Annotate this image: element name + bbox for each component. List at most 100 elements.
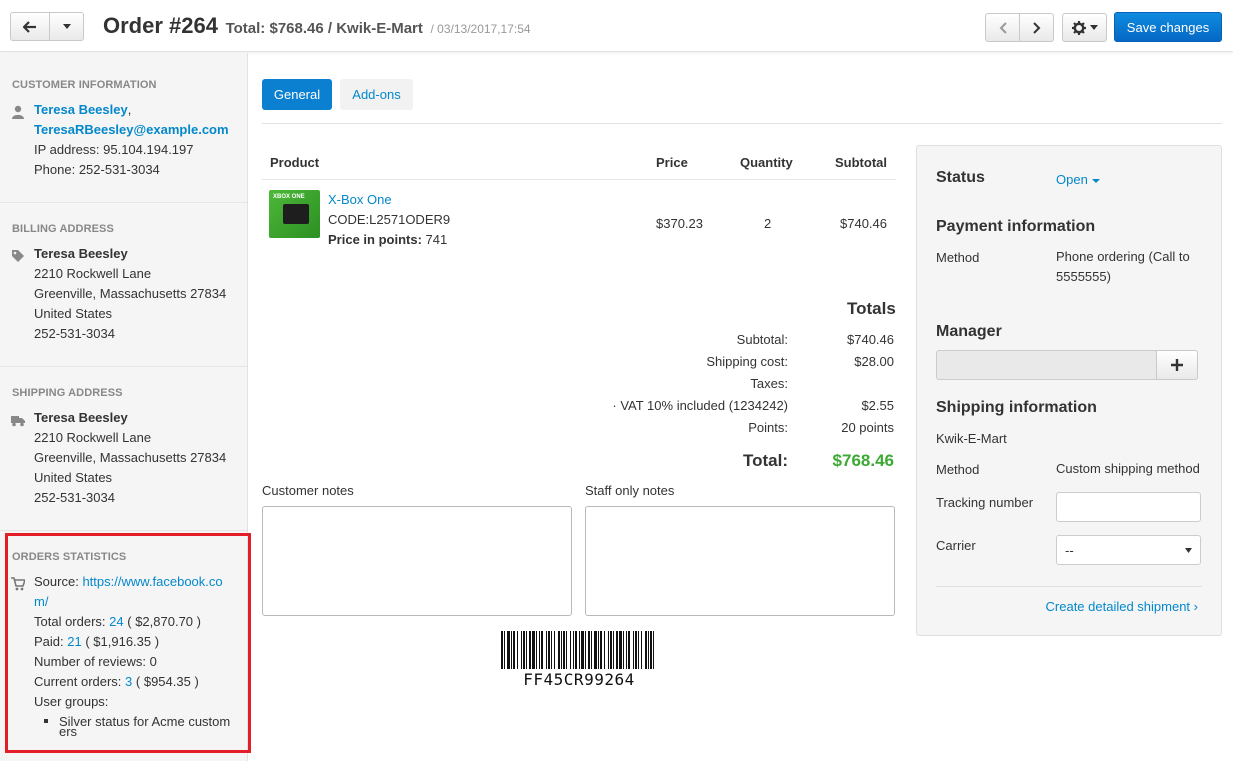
points-total-label: Points: <box>748 420 788 435</box>
product-quantity: 2 <box>764 216 772 231</box>
tag-icon <box>12 250 24 262</box>
user-icon <box>12 105 24 119</box>
status-value: Open <box>1056 172 1088 187</box>
shipping-phone: 252-531-3034 <box>34 490 115 505</box>
save-changes-button[interactable]: Save changes <box>1114 12 1222 42</box>
status-heading: Status <box>936 169 985 186</box>
create-detailed-shipment-link[interactable]: Create detailed shipment › <box>1046 599 1198 614</box>
carrier-label: Carrier <box>936 538 976 553</box>
prev-next-group <box>985 13 1054 42</box>
tab-general[interactable]: General <box>262 79 332 110</box>
table-row: X-Box One CODE:L2571ODER9 Price in point… <box>328 190 450 250</box>
product-thumbnail-label: XBOX ONE <box>273 194 305 200</box>
grand-total-value: $768.46 <box>832 451 894 470</box>
column-subtotal: Subtotal <box>835 155 887 170</box>
billing-name: Teresa Beesley <box>34 246 128 261</box>
status-dropdown[interactable]: Open <box>1056 172 1100 187</box>
subtotal-label: Subtotal: <box>736 332 788 347</box>
manager-heading: Manager <box>936 323 1002 340</box>
add-manager-button[interactable] <box>1156 350 1198 380</box>
customer-information-section: Customer information Teresa Beesley, Ter… <box>0 53 247 203</box>
truck-icon <box>11 416 25 427</box>
billing-address-title: Billing address <box>12 223 114 235</box>
page-title: Order #264 <box>103 13 218 38</box>
customer-information-title: Customer information <box>12 79 157 91</box>
highlight-box <box>5 533 251 753</box>
manager-input[interactable] <box>936 350 1157 380</box>
totals-heading: Totals <box>847 299 896 318</box>
settings-dropdown-button[interactable] <box>1062 13 1107 42</box>
payment-method-label: Method <box>936 250 980 265</box>
customer-ip: IP address: 95.104.194.197 <box>34 142 194 157</box>
caret-down-icon <box>1089 25 1098 30</box>
gear-icon <box>1071 20 1086 35</box>
shipping-street: 2210 Rockwell Lane <box>34 430 152 445</box>
grand-total-label: Total: <box>742 451 788 470</box>
billing-address-section: Billing address Teresa Beesley 2210 Rock… <box>0 203 247 367</box>
shipping-company: Kwik-E-Mart <box>936 431 1007 446</box>
back-button-group <box>10 12 84 41</box>
plus-icon <box>1171 359 1183 371</box>
caret-down-icon <box>1185 547 1192 553</box>
billing-phone: 252-531-3034 <box>34 326 115 341</box>
taxes-label: Taxes: <box>750 376 788 391</box>
panel-divider <box>936 586 1202 587</box>
billing-city: Greenville, Massachusetts 27834 <box>34 286 227 301</box>
column-product: Product <box>270 155 320 170</box>
shipping-address-title: Shipping address <box>12 387 123 399</box>
staff-notes-textarea[interactable] <box>585 506 895 616</box>
chevron-left-icon <box>999 21 1007 34</box>
carrier-select[interactable]: -- <box>1056 535 1201 565</box>
shipping-name: Teresa Beesley <box>34 410 128 425</box>
billing-street: 2210 Rockwell Lane <box>34 266 152 281</box>
points-label: Price in points: <box>328 232 422 247</box>
tracking-number-input[interactable] <box>1056 492 1201 522</box>
shipping-cost-value: $28.00 <box>854 354 894 369</box>
staff-notes-label: Staff only notes <box>585 483 675 498</box>
product-subtotal: $740.46 <box>840 216 887 231</box>
shipping-method-label: Method <box>936 462 980 477</box>
order-total-summary: Total: $768.46 / Kwik-E-Mart <box>225 20 423 37</box>
product-price: $370.23 <box>656 216 703 231</box>
order-date: / 03/13/2017,17:54 <box>430 22 531 36</box>
vat-value: $2.55 <box>861 398 894 413</box>
product-points: 741 <box>425 232 448 247</box>
page-header: Order #264 Total: $768.46 / Kwik-E-Mart … <box>0 0 1233 52</box>
caret-down-icon <box>62 24 71 29</box>
barcode-image <box>501 631 654 669</box>
barcode-text: FF45CR99264 <box>523 670 635 689</box>
carrier-value: -- <box>1065 542 1074 558</box>
order-details-panel: Status Open Payment information Method P… <box>916 145 1222 636</box>
back-button[interactable] <box>10 12 50 41</box>
product-code: CODE:L2571ODER9 <box>328 212 451 227</box>
product-name-link[interactable]: X-Box One <box>328 192 392 207</box>
shipping-city: Greenville, Massachusetts 27834 <box>34 450 227 465</box>
tracking-number-label: Tracking number <box>936 495 1034 510</box>
customer-notes-textarea[interactable] <box>262 506 572 616</box>
customer-name-link[interactable]: Teresa Beesley <box>34 102 128 117</box>
prev-order-button[interactable] <box>985 13 1020 42</box>
shipping-address-section: Shipping address Teresa Beesley 2210 Roc… <box>0 367 247 531</box>
back-dropdown-button[interactable] <box>50 12 84 41</box>
vat-label: · VAT 10% included (1234242) <box>612 398 788 413</box>
points-total-value: 20 points <box>841 420 894 435</box>
name-separator: , <box>127 102 132 117</box>
caret-down-icon <box>1091 178 1100 183</box>
customer-phone: Phone: 252-531-3034 <box>34 162 160 177</box>
tab-add-ons[interactable]: Add-ons <box>340 79 413 110</box>
next-order-button[interactable] <box>1020 13 1054 42</box>
billing-country: United States <box>34 306 113 321</box>
table-header-divider <box>262 179 896 180</box>
order-heading: Order #264 Total: $768.46 / Kwik-E-Mart … <box>103 13 531 39</box>
customer-notes-label: Customer notes <box>262 483 354 498</box>
product-thumbnail[interactable]: XBOX ONE <box>269 190 320 238</box>
payment-method-value: Phone ordering (Call to 5555555) <box>1056 249 1190 284</box>
payment-information-heading: Payment information <box>936 218 1096 235</box>
subtotal-value: $740.46 <box>847 332 894 347</box>
customer-email-link[interactable]: TeresaRBeesley@example.com <box>34 122 229 137</box>
shipping-cost-label: Shipping cost: <box>706 354 788 369</box>
arrow-left-icon <box>23 20 36 33</box>
chevron-right-icon <box>1032 21 1040 34</box>
shipping-information-heading: Shipping information <box>936 399 1097 416</box>
tabs-divider <box>262 123 1222 124</box>
